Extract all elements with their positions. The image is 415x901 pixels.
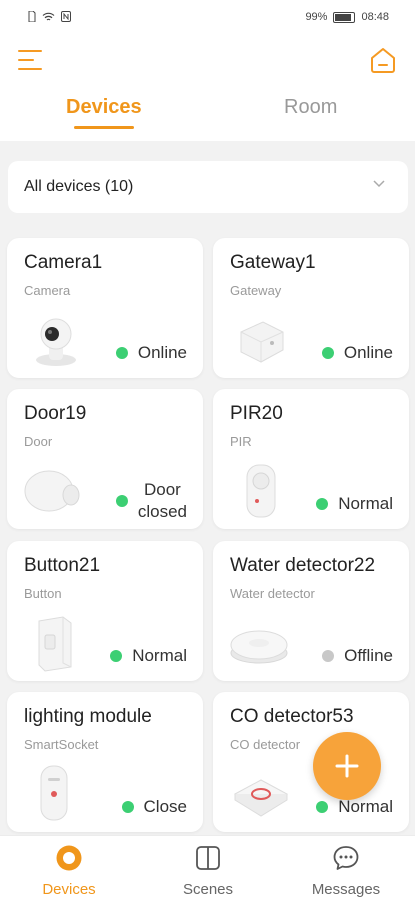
device-status: Door closed	[115, 479, 187, 523]
pir-sensor-icon	[246, 464, 276, 518]
device-name: Gateway1	[230, 252, 316, 273]
clock: 08:48	[361, 11, 389, 23]
device-status: Offline	[322, 645, 393, 667]
plus-icon	[335, 754, 359, 778]
status-text: Normal	[338, 494, 393, 513]
nav-scenes[interactable]: Scenes	[158, 844, 258, 898]
device-status: Online	[321, 342, 393, 364]
active-tab-indicator	[74, 126, 134, 129]
co-detector-icon	[233, 779, 289, 817]
status-bar: 99% 08:48	[0, 0, 415, 34]
home-button[interactable]	[369, 46, 397, 74]
device-type: Door	[24, 434, 53, 449]
status-line: Door	[144, 480, 181, 499]
device-type: Button	[24, 586, 62, 601]
home-icon	[371, 48, 395, 73]
device-filter-dropdown[interactable]: All devices (10)	[8, 161, 408, 213]
nav-label: Scenes	[182, 881, 234, 898]
tab-bar: Devices Room	[0, 96, 415, 136]
device-status: Normal	[316, 493, 393, 515]
sim-icon	[28, 11, 36, 22]
device-card-button21[interactable]: Button21 Button Normal	[7, 541, 203, 681]
chevron-down-icon	[373, 180, 385, 188]
device-card-camera1[interactable]: Camera1 Camera Online	[7, 238, 203, 378]
nfc-icon	[61, 11, 71, 22]
device-type: Camera	[24, 283, 71, 298]
device-filter-label: All devices (10)	[24, 178, 134, 195]
tab-room[interactable]: Room	[284, 96, 337, 119]
add-device-button[interactable]	[313, 732, 381, 800]
gateway-device-icon	[240, 321, 284, 363]
status-icons-right: 99% 08:48	[305, 11, 389, 23]
device-type: SmartSocket	[24, 737, 99, 752]
online-indicator	[316, 498, 329, 510]
menu-icon	[18, 50, 42, 52]
water-detector-icon	[230, 630, 288, 664]
online-indicator	[115, 495, 128, 507]
online-indicator	[316, 801, 329, 813]
devices-icon	[56, 845, 82, 871]
menu-button[interactable]	[18, 50, 44, 74]
status-text: Online	[343, 343, 393, 362]
status-icons-left	[28, 11, 71, 22]
tab-devices[interactable]: Devices	[66, 96, 142, 119]
device-name: PIR20	[230, 403, 283, 424]
device-name: CO detector53	[230, 706, 354, 727]
device-type: Gateway	[230, 283, 282, 298]
device-card-gateway1[interactable]: Gateway1 Gateway Online	[213, 238, 409, 378]
status-text: Close	[143, 797, 187, 816]
device-name: Door19	[24, 403, 87, 424]
door-sensor-icon	[24, 470, 80, 512]
battery-percent: 99%	[305, 11, 328, 23]
online-indicator	[110, 650, 123, 662]
device-type: Water detector	[230, 586, 315, 601]
device-card-pir20[interactable]: PIR20 PIR Normal	[213, 389, 409, 529]
status-text: Offline	[344, 646, 393, 665]
device-name: lighting module	[24, 706, 152, 727]
device-list-area[interactable]: All devices (10) Camera1 Camera Online G…	[0, 141, 415, 835]
status-text: Normal	[132, 646, 187, 665]
device-name: Button21	[24, 555, 101, 576]
device-status: Normal	[110, 645, 187, 667]
menu-icon-line	[18, 68, 42, 70]
smart-socket-icon	[40, 765, 68, 821]
device-status: Online	[115, 342, 187, 364]
online-indicator	[321, 347, 334, 359]
device-name: Camera1	[24, 252, 103, 273]
device-status: Close	[121, 796, 187, 818]
device-type: PIR	[230, 434, 252, 449]
online-indicator	[121, 801, 134, 813]
status-text: Door closed	[138, 479, 187, 523]
button-device-icon	[38, 616, 72, 672]
device-type: CO detector	[230, 737, 301, 752]
offline-indicator	[322, 650, 335, 662]
battery-icon	[333, 11, 356, 23]
menu-icon-line	[18, 59, 34, 61]
device-card-water-detector22[interactable]: Water detector22 Water detector Offline	[213, 541, 409, 681]
status-text: Online	[137, 343, 187, 362]
scenes-icon	[196, 846, 220, 870]
camera-device-icon	[36, 318, 76, 366]
nav-label: Messages	[311, 881, 381, 898]
nav-devices[interactable]: Devices	[19, 844, 119, 898]
nav-label: Devices	[42, 881, 96, 898]
chat-bubble-icon	[333, 846, 359, 870]
nav-messages[interactable]: Messages	[296, 844, 396, 898]
bottom-nav: Devices Scenes Messages	[0, 835, 415, 901]
device-name: Water detector22	[230, 555, 376, 576]
online-indicator	[115, 347, 128, 359]
wifi-icon	[42, 12, 55, 20]
device-card-door19[interactable]: Door19 Door Door closed	[7, 389, 203, 529]
device-card-lighting-module[interactable]: lighting module SmartSocket Close	[7, 692, 203, 832]
status-line: closed	[137, 502, 187, 521]
